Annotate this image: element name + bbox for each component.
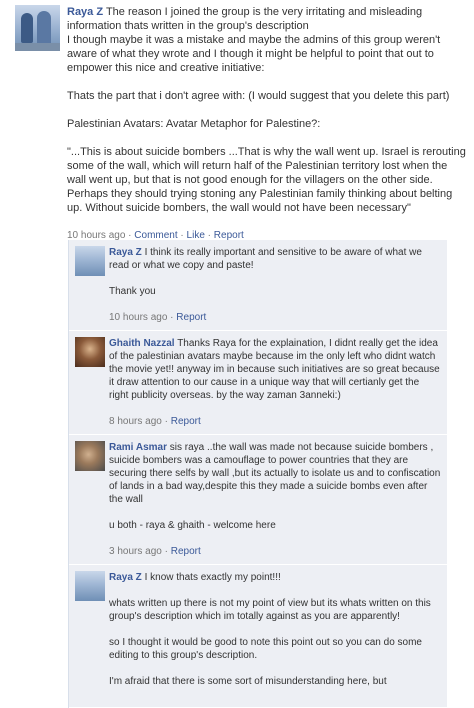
comment-meta: 8 hours ago · Report: [109, 416, 201, 427]
avatar[interactable]: [15, 5, 60, 51]
comment-text: I'm afraid that there is some sort of mi…: [109, 676, 387, 687]
comment-item: Rami Asmar sis raya ..the wall was made …: [69, 435, 447, 565]
comment-text: Thank you: [109, 286, 156, 297]
comment-meta: 10 hours ago · Report: [109, 312, 207, 323]
comment-author[interactable]: Ghaith Nazzal: [109, 338, 175, 349]
post-paragraph-2: Thats the part that i don't agree with: …: [67, 90, 450, 102]
comment-text: I know thats exactly my point!!!: [144, 572, 281, 583]
avatar[interactable]: [75, 337, 105, 367]
avatar[interactable]: [75, 571, 105, 601]
comment-text: so I thought it would be good to note th…: [109, 637, 422, 661]
comment-text: u both - raya & ghaith - welcome here: [109, 520, 276, 531]
comment-time: 10 hours ago: [109, 312, 168, 323]
post-intro: The reason I joined the group is the ver…: [67, 6, 423, 32]
comment-time: 8 hours ago: [109, 416, 162, 427]
comment-author[interactable]: Rami Asmar: [109, 442, 167, 453]
avatar-ground: [15, 43, 60, 51]
post-author[interactable]: Raya Z: [67, 6, 103, 18]
post-paragraph-3: Palestinian Avatars: Avatar Metaphor for…: [67, 118, 321, 130]
report-link[interactable]: Report: [171, 416, 201, 427]
avatar-figure: [37, 11, 51, 45]
comment-author[interactable]: Raya Z: [109, 572, 142, 583]
avatar-figure: [21, 13, 33, 43]
comment-time: 3 hours ago: [109, 546, 162, 557]
report-link[interactable]: Report: [171, 546, 201, 557]
comment-item: Raya Z I think its really important and …: [69, 240, 447, 331]
post-quote: "...This is about suicide bombers ...Tha…: [67, 146, 466, 214]
avatar[interactable]: [75, 441, 105, 471]
comment-meta: 3 hours ago · Report: [109, 546, 201, 557]
post-paragraph-1: I though maybe it was a mistake and mayb…: [67, 34, 441, 74]
comment-item: Ghaith Nazzal Thanks Raya for the explai…: [69, 331, 447, 435]
comment-body: Ghaith Nazzal Thanks Raya for the explai…: [109, 337, 441, 428]
post-body: Raya Z The reason I joined the group is …: [67, 5, 467, 243]
comment-item: Raya Z I know thats exactly my point!!! …: [69, 565, 447, 708]
comment-body: Raya Z I know thats exactly my point!!! …: [109, 571, 441, 688]
comment-text: whats written up there is not my point o…: [109, 598, 431, 622]
comment-body: Rami Asmar sis raya ..the wall was made …: [109, 441, 441, 558]
report-link[interactable]: Report: [176, 312, 206, 323]
comments-list: Raya Z I think its really important and …: [68, 240, 447, 708]
comment-body: Raya Z I think its really important and …: [109, 246, 441, 324]
comment-author[interactable]: Raya Z: [109, 247, 142, 258]
avatar[interactable]: [75, 246, 105, 276]
comment-text: I think its really important and sensiti…: [109, 247, 422, 271]
